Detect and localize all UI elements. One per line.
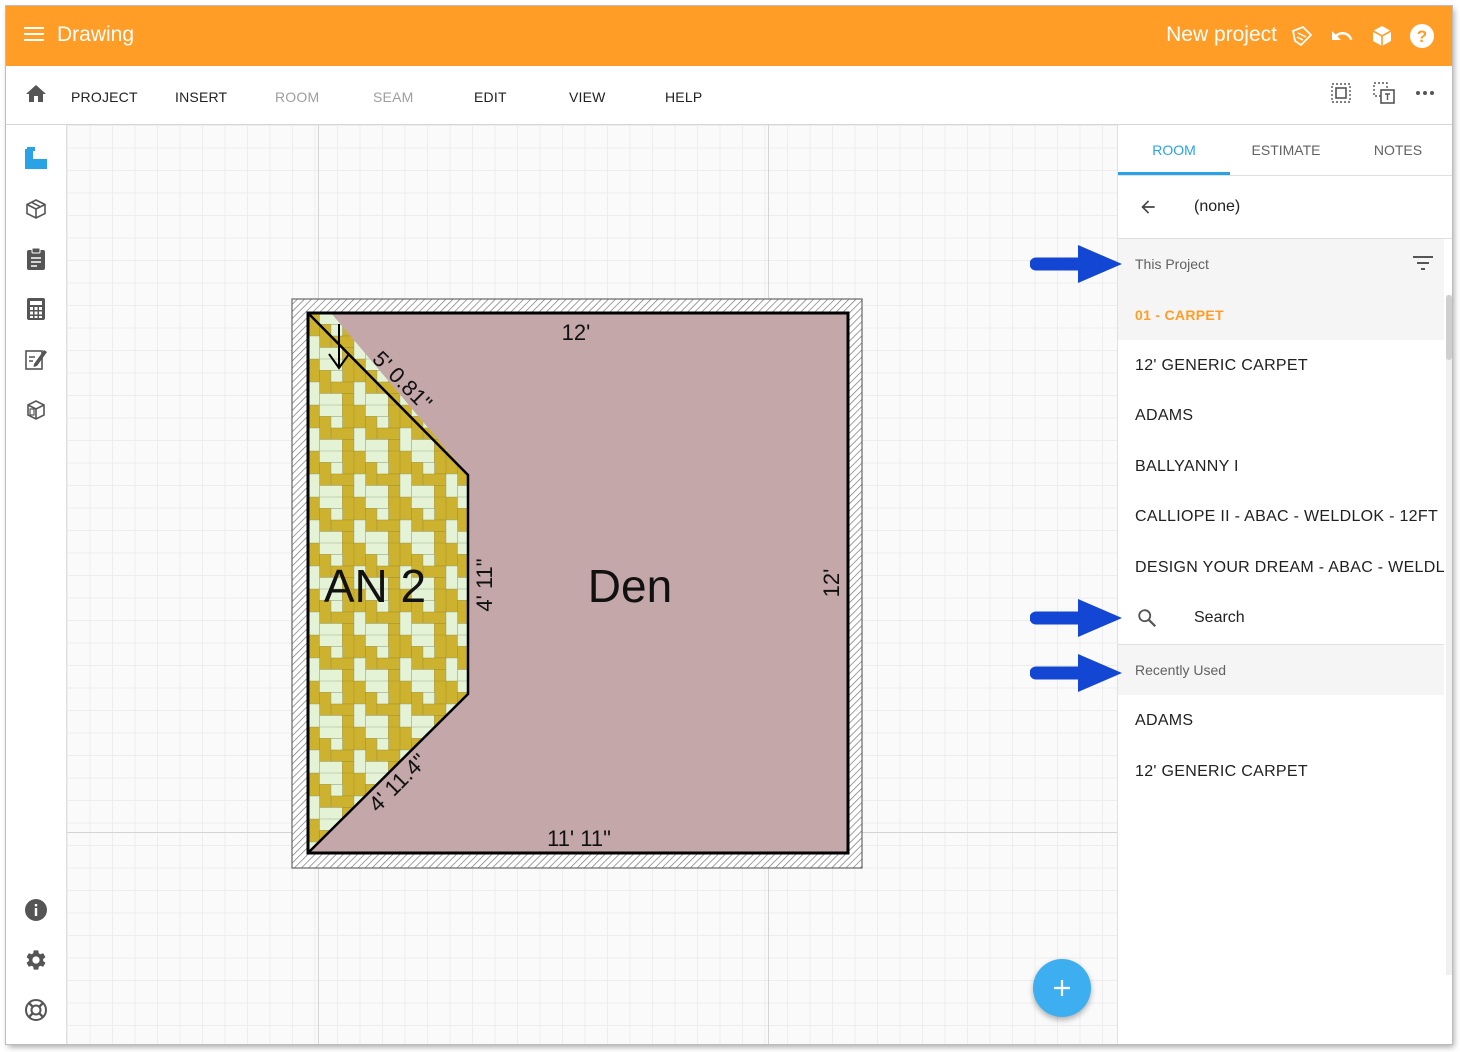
search-label: Search bbox=[1194, 609, 1245, 626]
help-icon[interactable]: ? bbox=[1408, 22, 1436, 50]
list-item[interactable]: 12' GENERIC CARPET bbox=[1118, 746, 1444, 797]
list-item[interactable]: ADAMS bbox=[1118, 695, 1444, 746]
filter-icon[interactable] bbox=[1412, 254, 1434, 275]
project-name[interactable]: New project bbox=[1166, 23, 1277, 47]
menu-room: ROOM bbox=[275, 89, 320, 105]
add-fab-button[interactable] bbox=[1033, 959, 1091, 1017]
room-panel: ROOM ESTIMATE NOTES (none) This Project … bbox=[1117, 125, 1452, 1044]
search-row[interactable]: Search bbox=[1118, 592, 1444, 645]
sketch-pencil-icon[interactable] bbox=[1288, 22, 1316, 50]
support-icon[interactable] bbox=[23, 997, 49, 1023]
annotation-arrow bbox=[1030, 654, 1122, 692]
menu-edit[interactable]: EDIT bbox=[474, 89, 507, 105]
dimension-inner-vertical: 4' 11" bbox=[472, 558, 497, 611]
app-title: Drawing bbox=[57, 23, 135, 46]
products-icon[interactable] bbox=[23, 396, 49, 422]
menu-view[interactable]: VIEW bbox=[569, 89, 606, 105]
tab-room[interactable]: ROOM bbox=[1118, 125, 1230, 175]
3d-box-icon[interactable] bbox=[23, 196, 49, 222]
svg-text:?: ? bbox=[1417, 27, 1427, 46]
fit-selection-icon[interactable] bbox=[1371, 80, 1397, 106]
selection-nav-row: (none) bbox=[1118, 176, 1452, 239]
calculator-icon[interactable] bbox=[23, 296, 49, 322]
tab-notes[interactable]: NOTES bbox=[1342, 125, 1452, 175]
info-icon[interactable] bbox=[23, 897, 49, 923]
section-title: This Project bbox=[1135, 256, 1209, 272]
list-item[interactable]: DESIGN YOUR DREAM - ABAC - WELDL bbox=[1118, 542, 1445, 593]
room-name-label: Den bbox=[588, 560, 672, 612]
list-item[interactable]: ADAMS bbox=[1118, 390, 1444, 441]
menu-insert[interactable]: INSERT bbox=[175, 89, 227, 105]
menu-project[interactable]: PROJECT bbox=[71, 89, 138, 105]
area-name-label: AN 2 bbox=[324, 560, 426, 612]
list-item-selected[interactable]: 01 - CARPET bbox=[1118, 289, 1444, 340]
app-window: Drawing New project ? PROJECT INSERT ROO… bbox=[6, 6, 1452, 1044]
list-item[interactable]: 12' GENERIC CARPET bbox=[1118, 340, 1444, 391]
undo-icon[interactable] bbox=[1328, 22, 1356, 50]
edit-notes-icon[interactable] bbox=[23, 346, 49, 372]
app-bar: Drawing New project ? bbox=[6, 6, 1452, 66]
menu-seam: SEAM bbox=[373, 89, 414, 105]
clipboard-icon[interactable] bbox=[23, 246, 49, 272]
annotation-arrow bbox=[1030, 245, 1122, 283]
hamburger-menu-icon[interactable] bbox=[24, 26, 44, 47]
section-title: Recently Used bbox=[1135, 662, 1227, 678]
menu-bar: PROJECT INSERT ROOM SEAM EDIT VIEW HELP bbox=[6, 66, 1452, 125]
more-icon[interactable] bbox=[1412, 80, 1438, 106]
settings-icon[interactable] bbox=[23, 947, 49, 973]
panel-scrollbar[interactable] bbox=[1446, 295, 1452, 975]
scrollbar-thumb[interactable] bbox=[1446, 295, 1452, 360]
plus-icon bbox=[1054, 980, 1070, 996]
annotation-arrow bbox=[1030, 599, 1122, 637]
back-arrow-icon[interactable] bbox=[1138, 197, 1158, 222]
drawing-canvas[interactable]: 12' 11' 11" 12' 4' 11" 5' 0.81" 4' 11.4"… bbox=[67, 125, 1117, 1044]
list-item[interactable]: BALLYANNY I bbox=[1118, 441, 1444, 492]
panel-tabs: ROOM ESTIMATE NOTES bbox=[1118, 125, 1452, 176]
search-icon bbox=[1136, 607, 1158, 634]
floor-plan[interactable]: 12' 11' 11" 12' 4' 11" 5' 0.81" 4' 11.4"… bbox=[291, 298, 863, 870]
active-tab-indicator bbox=[1118, 172, 1230, 175]
current-product-label: (none) bbox=[1194, 198, 1241, 215]
menu-help[interactable]: HELP bbox=[665, 89, 702, 105]
section-recently-used: Recently Used bbox=[1118, 645, 1444, 695]
list-item[interactable]: CALLIOPE II - ABAC - WELDLOK - 12FT bbox=[1118, 491, 1444, 542]
floor-plan-icon[interactable] bbox=[23, 146, 49, 172]
tab-estimate[interactable]: ESTIMATE bbox=[1230, 125, 1342, 175]
home-icon[interactable] bbox=[24, 82, 48, 111]
3d-cube-icon[interactable] bbox=[1368, 22, 1396, 50]
fit-to-screen-icon[interactable] bbox=[1328, 80, 1354, 106]
product-list: This Project 01 - CARPET 12' GENERIC CAR… bbox=[1118, 239, 1445, 797]
dimension-top: 12' bbox=[562, 320, 591, 345]
dimension-bottom: 11' 11" bbox=[547, 826, 611, 851]
dimension-right: 12' bbox=[819, 569, 844, 598]
left-rail bbox=[6, 125, 67, 1044]
section-this-project: This Project bbox=[1118, 239, 1444, 289]
